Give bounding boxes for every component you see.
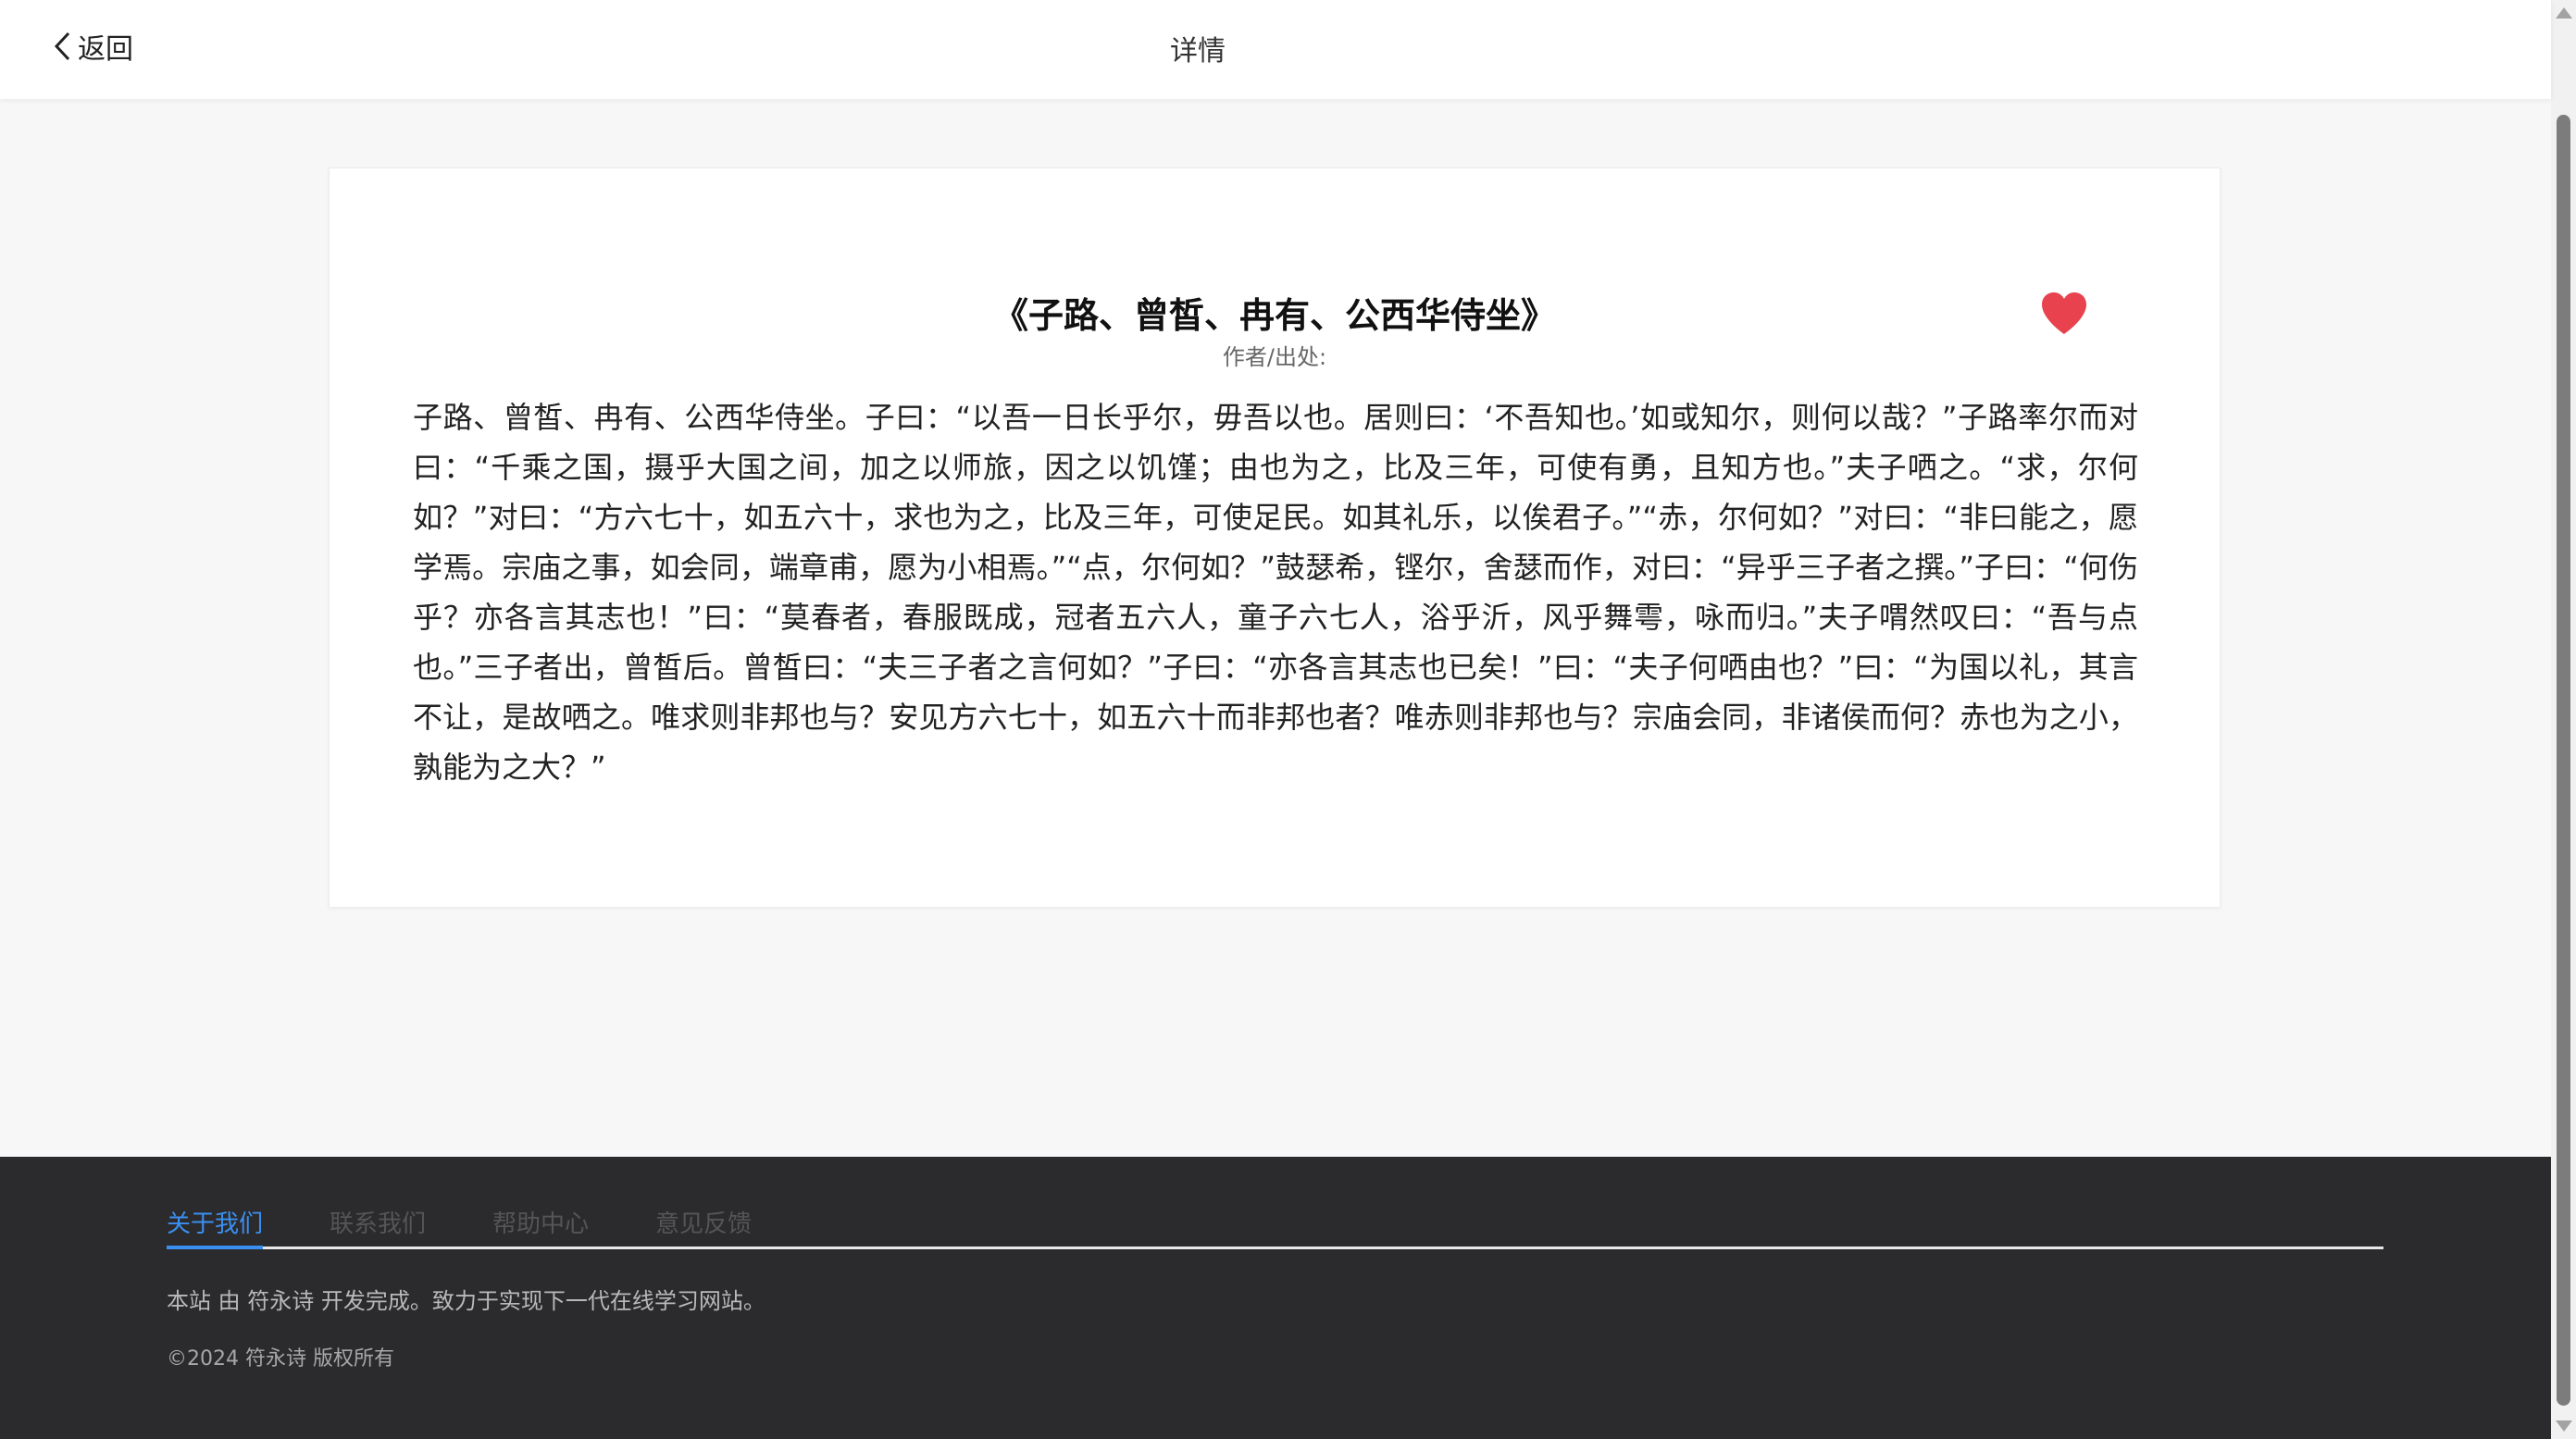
footer-copyright: ©2024 符永诗 版权所有 <box>167 1347 394 1371</box>
page: 返回 详情 《子路、曾皙、冉有、公西华侍坐》 作者/出处: 子路、曾皙、冉有、公… <box>0 0 2576 1439</box>
footer-tab-about[interactable]: 关于我们 <box>167 1205 264 1249</box>
footer: 关于我们 联系我们 帮助中心 意见反馈 本站 由 符永诗 开发完成。致力于实现下… <box>0 1157 2551 1439</box>
heart-icon[interactable] <box>2039 291 2089 337</box>
poem-title: 《子路、曾皙、冉有、公西华侍坐》 <box>992 295 1556 336</box>
vertical-scrollbar[interactable] <box>2551 0 2576 1439</box>
scroll-up-icon[interactable] <box>2556 7 2572 19</box>
footer-description: 本站 由 符永诗 开发完成。致力于实现下一代在线学习网站。 <box>167 1288 765 1314</box>
scroll-thumb[interactable] <box>2557 115 2570 1406</box>
poem-card: 《子路、曾皙、冉有、公西华侍坐》 作者/出处: 子路、曾皙、冉有、公西华侍坐。子… <box>329 167 2221 908</box>
poem-author: 作者/出处: <box>1222 344 1327 370</box>
footer-tab-contact[interactable]: 联系我们 <box>330 1205 426 1247</box>
footer-tab-feedback[interactable]: 意见反馈 <box>655 1205 752 1247</box>
footer-tab-help[interactable]: 帮助中心 <box>492 1205 589 1247</box>
footer-tabs: 关于我们 联系我们 帮助中心 意见反馈 <box>167 1205 2383 1249</box>
poem-content: 子路、曾皙、冉有、公西华侍坐。子曰：“以吾一日长乎尔，毋吾以也。居则曰：‘不吾知… <box>413 400 2138 785</box>
scroll-down-icon[interactable] <box>2556 1420 2572 1432</box>
top-header: 返回 详情 <box>0 0 2551 99</box>
page-title: 详情 <box>1170 35 1226 68</box>
